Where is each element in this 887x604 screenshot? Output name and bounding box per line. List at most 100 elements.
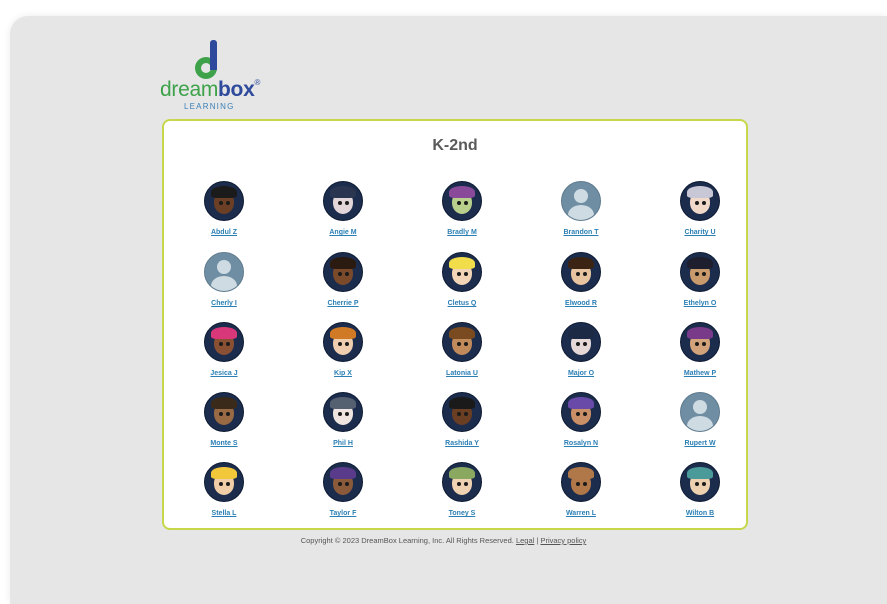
student-name-link[interactable]: Abdul Z — [211, 229, 237, 236]
student-name-link[interactable]: Rosalyn N — [564, 440, 598, 447]
student-tile[interactable]: Rosalyn N — [531, 392, 631, 450]
avatar-eye-shape — [576, 272, 580, 276]
avatar-eye-shape — [457, 412, 461, 416]
student-tile[interactable]: Jesica J — [174, 322, 274, 380]
avatar-hair-shape — [330, 467, 356, 479]
student-tile[interactable]: Warren L — [531, 462, 631, 520]
student-avatar-icon[interactable] — [561, 252, 601, 292]
student-name-link[interactable]: Latonia U — [446, 370, 478, 377]
student-tile[interactable]: Cletus Q — [412, 252, 512, 310]
student-avatar-icon[interactable] — [323, 392, 363, 432]
avatar-eye-shape — [219, 412, 223, 416]
student-tile[interactable]: Taylor F — [293, 462, 393, 520]
student-avatar-icon[interactable] — [442, 322, 482, 362]
student-tile[interactable]: Phil H — [293, 392, 393, 450]
student-tile[interactable]: Latonia U — [412, 322, 512, 380]
student-avatar-icon[interactable] — [680, 181, 720, 221]
student-name-link[interactable]: Kip X — [334, 370, 352, 377]
avatar-hair-shape — [449, 257, 475, 269]
student-tile[interactable]: Charity U — [650, 181, 750, 239]
student-avatar-icon[interactable] — [680, 322, 720, 362]
student-tile[interactable]: Elwood R — [531, 252, 631, 310]
student-name-link[interactable]: Brandon T — [564, 229, 599, 236]
student-tile[interactable]: Stella L — [174, 462, 274, 520]
avatar-eye-shape — [702, 342, 706, 346]
avatar-eye-shape — [695, 272, 699, 276]
student-avatar-icon[interactable] — [323, 252, 363, 292]
student-avatar-icon[interactable] — [442, 462, 482, 502]
avatar-eye-shape — [338, 482, 342, 486]
student-avatar-icon[interactable] — [442, 392, 482, 432]
default-avatar-icon[interactable] — [561, 181, 601, 221]
student-tile[interactable]: Abdul Z — [174, 181, 274, 239]
student-name-link[interactable]: Wilton B — [686, 510, 714, 517]
student-name-link[interactable]: Jesica J — [210, 370, 237, 377]
avatar-eye-shape — [464, 482, 468, 486]
student-avatar-icon[interactable] — [442, 252, 482, 292]
student-avatar-icon[interactable] — [323, 462, 363, 502]
student-name-link[interactable]: Warren L — [566, 510, 596, 517]
avatar-eye-shape — [338, 412, 342, 416]
avatar-eye-shape — [219, 201, 223, 205]
avatar-eye-shape — [583, 272, 587, 276]
student-tile[interactable]: Cherrie P — [293, 252, 393, 310]
student-tile[interactable]: Bradly M — [412, 181, 512, 239]
avatar-eye-shape — [464, 342, 468, 346]
student-avatar-icon[interactable] — [204, 462, 244, 502]
legal-link[interactable]: Legal — [516, 536, 534, 545]
student-tile[interactable]: Toney S — [412, 462, 512, 520]
student-name-link[interactable]: Toney S — [449, 510, 476, 517]
student-name-link[interactable]: Cherrie P — [327, 300, 358, 307]
student-name-link[interactable]: Angie M — [329, 229, 356, 236]
student-avatar-icon[interactable] — [561, 462, 601, 502]
student-tile[interactable]: Rupert W — [650, 392, 750, 450]
student-name-link[interactable]: Mathew P — [684, 370, 716, 377]
student-tile[interactable]: Ethelyn O — [650, 252, 750, 310]
student-name-link[interactable]: Charity U — [684, 229, 715, 236]
avatar-eye-shape — [219, 482, 223, 486]
student-avatar-icon[interactable] — [442, 181, 482, 221]
default-avatar-icon[interactable] — [204, 252, 244, 292]
student-avatar-icon[interactable] — [323, 181, 363, 221]
privacy-policy-link[interactable]: Privacy policy — [540, 536, 586, 545]
student-avatar-icon[interactable] — [561, 392, 601, 432]
student-tile[interactable]: Brandon T — [531, 181, 631, 239]
student-name-link[interactable]: Cherly I — [211, 300, 237, 307]
avatar-eye-shape — [457, 201, 461, 205]
student-name-link[interactable]: Elwood R — [565, 300, 597, 307]
student-tile[interactable]: Major O — [531, 322, 631, 380]
avatar-eye-shape — [576, 482, 580, 486]
student-name-link[interactable]: Taylor F — [330, 510, 357, 517]
student-name-link[interactable]: Rupert W — [684, 440, 715, 447]
student-avatar-icon[interactable] — [680, 462, 720, 502]
student-name-link[interactable]: Cletus Q — [448, 300, 477, 307]
student-name-link[interactable]: Ethelyn O — [684, 300, 717, 307]
student-name-link[interactable]: Bradly M — [447, 229, 477, 236]
student-name-link[interactable]: Major O — [568, 370, 594, 377]
avatar-hair-shape — [687, 257, 713, 269]
student-tile[interactable]: Mathew P — [650, 322, 750, 380]
student-tile[interactable]: Wilton B — [650, 462, 750, 520]
avatar-hair-shape — [449, 327, 475, 339]
student-tile[interactable]: Angie M — [293, 181, 393, 239]
student-tile[interactable]: Cherly I — [174, 252, 274, 310]
avatar-eye-shape — [457, 272, 461, 276]
default-avatar-icon[interactable] — [680, 392, 720, 432]
student-tile[interactable]: Kip X — [293, 322, 393, 380]
student-avatar-icon[interactable] — [204, 322, 244, 362]
student-tile[interactable]: Monte S — [174, 392, 274, 450]
student-avatar-icon[interactable] — [204, 181, 244, 221]
student-tile[interactable]: Rashida Y — [412, 392, 512, 450]
student-name-link[interactable]: Stella L — [212, 510, 237, 517]
student-name-link[interactable]: Phil H — [333, 440, 353, 447]
student-name-link[interactable]: Rashida Y — [445, 440, 479, 447]
avatar-eye-shape — [345, 272, 349, 276]
student-avatar-icon[interactable] — [323, 322, 363, 362]
avatar-hair-shape — [211, 186, 237, 198]
student-avatar-icon[interactable] — [680, 252, 720, 292]
student-avatar-icon[interactable] — [204, 392, 244, 432]
student-name-link[interactable]: Monte S — [210, 440, 237, 447]
logo-trademark: ® — [254, 78, 261, 87]
avatar-eye-shape — [695, 201, 699, 205]
student-avatar-icon[interactable] — [561, 322, 601, 362]
